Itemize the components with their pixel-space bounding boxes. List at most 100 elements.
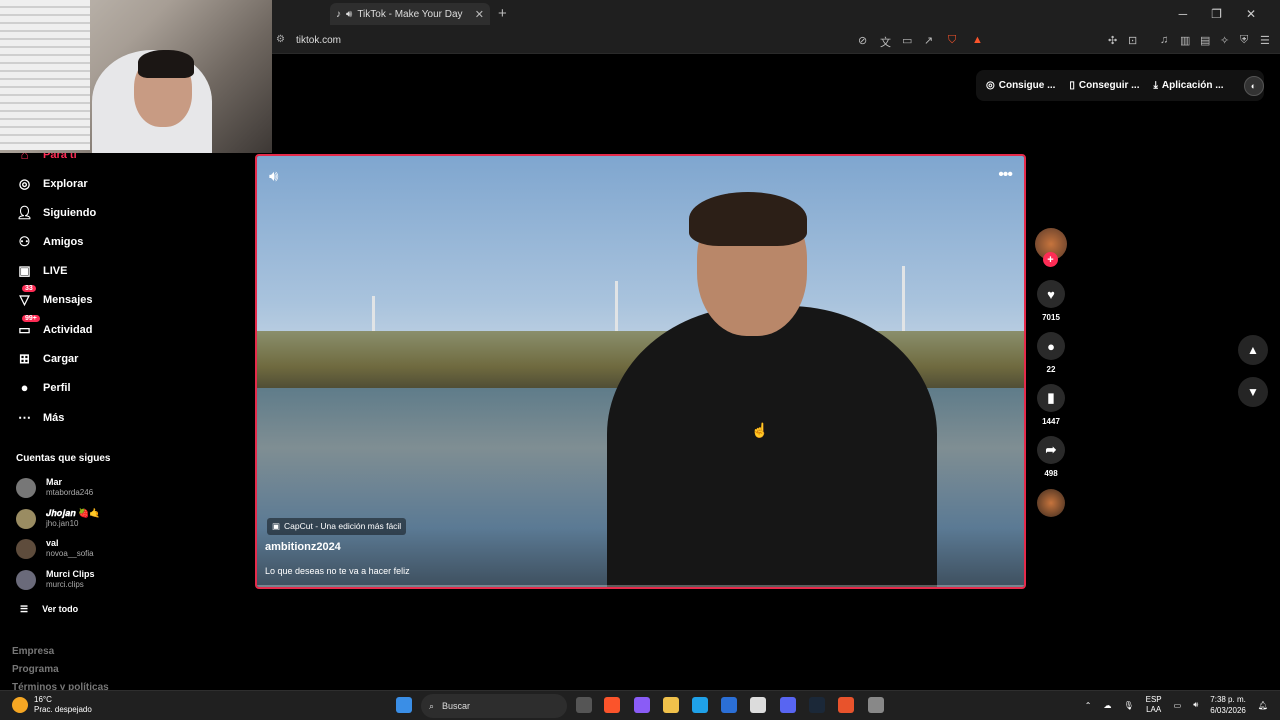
comment-action[interactable]: ● 22 (1036, 332, 1066, 374)
mail-icon[interactable] (721, 697, 737, 713)
sidebar-item-cargar[interactable]: ⊞ Cargar (16, 351, 78, 367)
tab-close-icon[interactable]: ✕ (475, 8, 484, 21)
tiktok-logo-icon: ♪ (336, 8, 341, 20)
sidebar-item-perfil[interactable]: ● Perfil (16, 380, 71, 395)
sidebar-item-siguiendo[interactable]: 👤︎ Siguiendo (16, 205, 96, 221)
following-account[interactable]: val novoa__sofia (16, 538, 94, 559)
speaker-icon: 🔊︎ (346, 8, 353, 20)
comment-icon[interactable]: ● (1037, 332, 1065, 360)
maximize-button[interactable]: ❐ (1211, 7, 1222, 21)
chevron-down-icon: ▼ (1247, 385, 1259, 399)
new-tab-button[interactable]: + (498, 5, 507, 22)
store-icon[interactable] (750, 697, 766, 713)
next-video-button[interactable]: ▼ (1238, 377, 1268, 407)
temperature: 16°C (34, 695, 52, 704)
sidebar-item-explorar[interactable]: ◎ Explorar (16, 176, 88, 192)
tab-search-icon[interactable]: ⊡ (1128, 34, 1137, 47)
friends-icon: ⚇ (18, 234, 31, 249)
copilot-icon[interactable] (634, 697, 650, 713)
get-app-button[interactable]: ▯ Conseguir ... (1069, 80, 1139, 91)
cast-icon[interactable]: ▭ (902, 34, 912, 47)
extensions-icon[interactable]: ✣ (1108, 34, 1117, 47)
browser-tab[interactable]: ♪ 🔊︎ TikTok - Make Your Day ✕ (330, 3, 490, 25)
minimize-button[interactable]: ─ (1179, 7, 1188, 21)
video-player[interactable]: 🔊︎ ••• ▣ CapCut - Una edición más fácil a… (255, 154, 1026, 589)
volume-tray-icon[interactable]: 🔊︎ (1193, 700, 1198, 710)
coin-icon: ◎ (986, 80, 995, 91)
clock[interactable]: 7:38 p. m. 6/03/2026 (1210, 694, 1246, 716)
app-icon[interactable] (838, 697, 854, 713)
video-progress-bar[interactable] (257, 585, 1024, 587)
bookmark-icon[interactable]: ▮ (1037, 384, 1065, 412)
brave-browser-icon[interactable] (604, 697, 620, 713)
settings-icon[interactable] (868, 697, 884, 713)
notification-icon[interactable]: 🔔︎ (1258, 701, 1268, 710)
footer-link[interactable]: Empresa (12, 646, 54, 657)
language-indicator[interactable]: ESP LAA (1146, 695, 1162, 715)
task-view-icon[interactable] (576, 697, 592, 713)
menu-icon[interactable]: ☰ (1260, 34, 1270, 47)
microphone-icon[interactable]: 🎙︎ (1123, 701, 1133, 710)
previous-video-button[interactable]: ▲ (1238, 335, 1268, 365)
music-icon[interactable]: ♫ (1160, 34, 1168, 46)
following-account[interactable]: 𝑱𝒉𝒐𝒋𝒂𝒏 🍓🤙 jho.jan10 (16, 508, 101, 529)
windows-start-icon[interactable] (396, 697, 412, 713)
edge-icon[interactable] (692, 697, 708, 713)
more-options-icon[interactable]: ••• (998, 166, 1013, 184)
user-avatar[interactable]: ◐ (1243, 75, 1264, 96)
avatar (16, 508, 36, 529)
brave-rewards-icon[interactable]: ▲ (972, 34, 983, 46)
like-action[interactable]: ♥ 7015 (1036, 280, 1066, 322)
share-arrow-icon[interactable]: ➦ (1037, 436, 1065, 464)
sidebar-item-live[interactable]: ▣ LIVE (16, 263, 67, 279)
discord-icon[interactable] (780, 697, 796, 713)
capcut-tag[interactable]: ▣ CapCut - Una edición más fácil (267, 518, 407, 535)
file-explorer-icon[interactable] (663, 697, 679, 713)
weather-widget[interactable]: 16°C Prac. despejado (12, 695, 92, 715)
more-icon: ⋯ (18, 410, 31, 425)
chevron-up-icon: ▲ (1247, 343, 1259, 357)
phone-icon: ▯ (1069, 80, 1075, 91)
leo-ai-icon[interactable]: ✧ (1220, 34, 1229, 47)
network-icon[interactable]: ▭ (1174, 701, 1182, 710)
close-window-button[interactable]: ✕ (1246, 7, 1256, 21)
video-author[interactable]: ambitionz2024 (265, 541, 341, 553)
url-field[interactable]: tiktok.com (296, 35, 341, 46)
get-coins-button[interactable]: ◎ Consigue ... (986, 80, 1055, 91)
following-account[interactable]: Mar mtaborda246 (16, 477, 93, 498)
messages-badge: 33 (22, 285, 36, 292)
volume-icon[interactable]: 🔊︎ (269, 168, 278, 185)
translate-icon[interactable]: 文 (880, 34, 891, 50)
sidebar-item-mensajes[interactable]: ▽ 33 Mensajes (16, 285, 93, 308)
share-action[interactable]: ➦ 498 (1036, 436, 1066, 478)
windows-taskbar: 16°C Prac. despejado ⌕ Buscar ⌃ ☁ 🎙︎ ESP LA… (0, 690, 1280, 720)
wallet-icon[interactable]: ▤ (1200, 34, 1210, 47)
following-section-title: Cuentas que sigues (16, 453, 111, 464)
heart-icon[interactable]: ♥ (1037, 280, 1065, 308)
inbox-icon: ▭ 99+ (16, 315, 40, 338)
onedrive-icon[interactable]: ☁ (1103, 701, 1111, 710)
follow-plus-button[interactable]: + (1043, 252, 1058, 267)
sidebar-item-mas[interactable]: ⋯ Más (16, 410, 64, 426)
no-sound-icon[interactable]: ⊘ (858, 34, 867, 47)
see-all-button[interactable]: ☰ Ver todo (20, 604, 78, 615)
share-count: 498 (1044, 469, 1058, 478)
download-app-button[interactable]: ⤓ Aplicación ... (1153, 80, 1223, 91)
footer-link[interactable]: Programa (12, 664, 59, 675)
site-settings-icon[interactable]: ⚙ (276, 34, 285, 45)
share-icon[interactable]: ↗ (924, 34, 933, 47)
sidebar-item-amigos[interactable]: ⚇ Amigos (16, 234, 84, 250)
taskbar-search[interactable]: ⌕ Buscar (421, 694, 567, 718)
brave-shield-icon[interactable]: ⛉ (948, 34, 956, 47)
weather-icon (12, 697, 28, 713)
footer-link[interactable]: Términos y políticas (12, 682, 109, 690)
sidebar-toggle-icon[interactable]: ▥ (1180, 34, 1190, 47)
save-action[interactable]: ▮ 1447 (1036, 384, 1066, 426)
music-disc[interactable] (1037, 489, 1065, 517)
following-account[interactable]: Murci Clips murci.clips (16, 569, 95, 590)
vpn-icon[interactable]: ⛨ (1240, 34, 1248, 47)
download-icon: ⤓ (1153, 80, 1158, 91)
sidebar-item-actividad[interactable]: ▭ 99+ Actividad (16, 315, 93, 338)
steam-icon[interactable] (809, 697, 825, 713)
chevron-up-icon[interactable]: ⌃ (1085, 701, 1092, 710)
